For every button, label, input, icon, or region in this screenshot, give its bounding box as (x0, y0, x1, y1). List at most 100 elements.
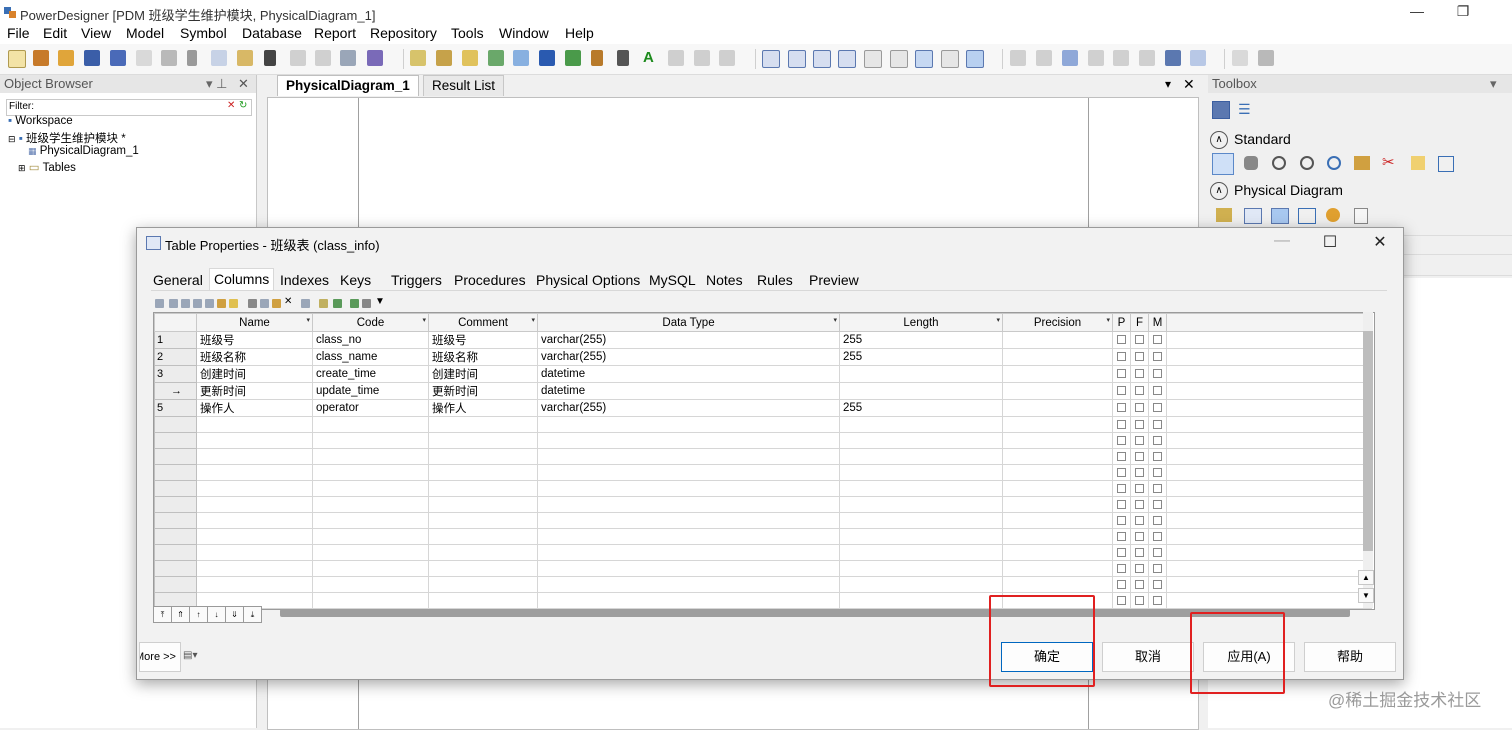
add-row-icon[interactable] (169, 299, 178, 308)
tab-procedures[interactable]: Procedures (454, 272, 526, 288)
cell-checkbox[interactable] (1112, 416, 1131, 433)
scissors-icon[interactable]: ✂ (1382, 153, 1395, 171)
menu-view[interactable]: View (81, 25, 111, 41)
cell-checkbox[interactable] (1112, 348, 1131, 366)
empty-cell[interactable] (312, 416, 429, 433)
empty-cell[interactable] (312, 448, 429, 465)
cell-comment[interactable]: 操作人 (428, 399, 538, 417)
cell-checkbox[interactable] (1130, 528, 1149, 545)
move-bottom-icon[interactable]: ⤓ (243, 606, 262, 623)
link-tool-icon[interactable] (1438, 156, 1454, 172)
row-header[interactable]: 5 (154, 399, 197, 417)
cell-data-type[interactable]: varchar(255) (537, 348, 840, 366)
cell-checkbox[interactable] (1148, 348, 1167, 366)
empty-cell[interactable] (196, 544, 313, 561)
checkbox[interactable] (1135, 435, 1144, 445)
cell-checkbox[interactable] (1130, 560, 1149, 577)
cell-checkbox[interactable] (1130, 416, 1149, 433)
table-tool-icon[interactable] (1244, 208, 1262, 224)
menu-help[interactable]: Help (565, 25, 594, 41)
empty-cell[interactable] (839, 512, 1003, 529)
cell-code[interactable]: class_no (312, 331, 429, 349)
col-header-mandatory[interactable]: M (1148, 313, 1167, 332)
table-row[interactable]: 2 班级名称 class_name 班级名称 varchar(255) 255 (154, 348, 1372, 366)
cell-comment[interactable]: 创建时间 (428, 365, 538, 383)
cell-checkbox[interactable] (1112, 576, 1131, 593)
cell-checkbox[interactable] (1148, 528, 1167, 545)
checkbox[interactable] (1135, 467, 1144, 477)
empty-row[interactable] (154, 560, 1372, 577)
cell-data-type[interactable]: datetime (537, 382, 840, 400)
empty-cell[interactable] (839, 544, 1003, 561)
forward-icon[interactable] (719, 50, 735, 66)
new-model-icon[interactable] (33, 50, 49, 66)
cell-checkbox[interactable] (1148, 480, 1167, 497)
menu-model[interactable]: Model (126, 25, 164, 41)
tree-item-model[interactable]: ⊟ ▪ 班级学生维护模块 * (8, 130, 126, 146)
table-row[interactable]: 1 班级号 class_no 班级号 varchar(255) 255 (154, 331, 1372, 349)
dialog-minimize-button[interactable]: — (1267, 232, 1297, 254)
checkbox[interactable] (1117, 451, 1126, 461)
cell-checkbox[interactable] (1148, 544, 1167, 561)
properties-tool-icon[interactable] (1354, 156, 1370, 170)
menu-tools[interactable]: Tools (451, 25, 484, 41)
procedure-tool-icon[interactable] (1326, 208, 1340, 222)
send-back-icon[interactable] (1113, 50, 1129, 66)
more-button[interactable]: More >> (139, 642, 181, 672)
list-view-icon[interactable]: ☰ (1238, 101, 1251, 118)
file-tool-icon[interactable] (1354, 208, 1368, 224)
package-icon[interactable] (436, 50, 452, 66)
empty-cell[interactable] (839, 496, 1003, 513)
checkbox[interactable] (1153, 499, 1162, 509)
cancel-button[interactable]: 取消 (1102, 642, 1194, 672)
package-tool-icon[interactable] (1216, 208, 1232, 222)
empty-cell[interactable] (312, 512, 429, 529)
cell-name[interactable]: 更新时间 (196, 382, 313, 400)
col-header-primary[interactable]: P (1112, 313, 1131, 332)
empty-cell[interactable] (428, 416, 538, 433)
panel-menu-icon[interactable]: ▾ ⊥ (206, 75, 227, 93)
align-middle-icon[interactable] (864, 50, 882, 68)
checkbox[interactable] (1117, 579, 1126, 589)
checkbox[interactable] (1135, 531, 1144, 541)
dropdown-icon[interactable]: ▼ (375, 296, 385, 307)
empty-cell[interactable] (537, 576, 840, 593)
row-header[interactable]: 2 (154, 348, 197, 366)
empty-cell[interactable] (196, 464, 313, 481)
bring-front-icon[interactable] (1088, 50, 1104, 66)
empty-cell[interactable] (196, 560, 313, 577)
pencil-icon[interactable] (591, 50, 603, 66)
layout-icon[interactable] (1139, 50, 1155, 66)
empty-cell[interactable] (1002, 576, 1113, 593)
empty-row[interactable] (154, 512, 1372, 529)
align-right-icon[interactable] (813, 50, 831, 68)
empty-cell[interactable] (1002, 496, 1113, 513)
col-header-name[interactable]: Name ▾ (196, 313, 313, 332)
menu-window[interactable]: Window (499, 25, 549, 41)
checkbox[interactable] (1153, 435, 1162, 445)
empty-row[interactable] (154, 464, 1372, 481)
cell-checkbox[interactable] (1130, 512, 1149, 529)
checkbox[interactable] (1117, 435, 1126, 445)
row-header[interactable] (154, 416, 197, 433)
cell-checkbox[interactable] (1130, 544, 1149, 561)
new-icon[interactable] (8, 50, 26, 68)
checkbox[interactable] (1135, 335, 1144, 345)
cell-checkbox[interactable] (1112, 560, 1131, 577)
restore-button[interactable]: ❐ (1448, 3, 1478, 21)
checkbox[interactable] (1153, 352, 1162, 362)
empty-cell[interactable] (312, 496, 429, 513)
dialog-maximize-button[interactable]: ☐ (1315, 232, 1345, 254)
cell-checkbox[interactable] (1130, 365, 1149, 383)
undo-icon[interactable] (290, 50, 306, 66)
empty-cell[interactable] (537, 464, 840, 481)
cell-code[interactable]: operator (312, 399, 429, 417)
grid-toggle-icon[interactable] (915, 50, 933, 68)
save-all-icon[interactable] (110, 50, 126, 66)
scroll-up-icon[interactable]: ▲ (1358, 570, 1374, 585)
print-icon[interactable] (362, 299, 371, 308)
text-icon[interactable]: A (643, 50, 659, 66)
empty-cell[interactable] (537, 560, 840, 577)
empty-cell[interactable] (839, 592, 1003, 609)
cell-checkbox[interactable] (1130, 382, 1149, 400)
